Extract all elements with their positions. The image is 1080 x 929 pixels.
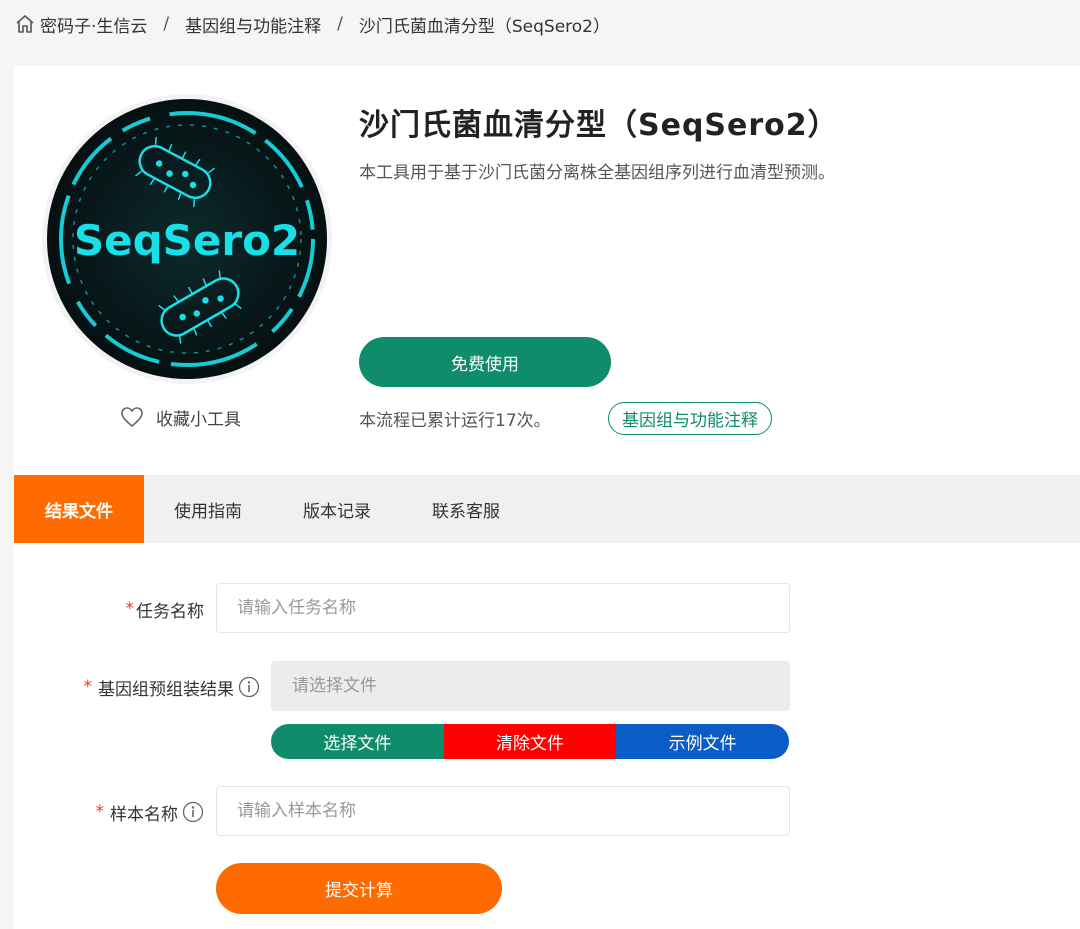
- breadcrumb-current: 沙门氏菌血清分型（SeqSero2）: [358, 16, 610, 37]
- sample-name-label: * 样本名称: [14, 787, 204, 837]
- tab-versions[interactable]: 版本记录: [272, 475, 402, 543]
- tool-card: SeqSero2 收藏小工具 沙门氏菌血清分型（SeqSero2） 本工具用于基…: [14, 66, 1080, 929]
- assembly-file-input[interactable]: [271, 661, 790, 711]
- required-mark: *: [83, 677, 93, 697]
- task-name-label: * 任务名称: [14, 584, 205, 634]
- page-title: 沙门氏菌血清分型（SeqSero2）: [359, 108, 839, 143]
- breadcrumb-home[interactable]: 密码子·生信云: [40, 12, 147, 37]
- tab-results[interactable]: 结果文件: [14, 475, 144, 543]
- heart-icon: [120, 406, 144, 428]
- required-mark: *: [125, 599, 135, 619]
- assembly-label-text: 基因组预组装结果: [98, 679, 234, 700]
- tool-logo: SeqSero2: [42, 94, 332, 384]
- favorite-label: 收藏小工具: [156, 409, 241, 430]
- task-name-input[interactable]: [216, 583, 790, 633]
- breadcrumb-separator: /: [337, 14, 343, 34]
- task-name-label-text: 任务名称: [136, 601, 204, 622]
- run-count-text: 本流程已累计运行17次。: [359, 411, 551, 431]
- clear-file-button[interactable]: 清除文件: [443, 724, 617, 759]
- file-button-group: 选择文件 清除文件 示例文件: [271, 724, 789, 759]
- breadcrumb: 密码子·生信云 / 基因组与功能注释 / 沙门氏菌血清分型（SeqSero2）: [14, 10, 610, 38]
- submit-button[interactable]: 提交计算: [216, 863, 502, 914]
- info-icon[interactable]: [182, 801, 204, 823]
- favorite-button[interactable]: 收藏小工具: [120, 402, 241, 432]
- breadcrumb-category[interactable]: 基因组与功能注释: [185, 12, 321, 37]
- info-icon[interactable]: [238, 676, 260, 698]
- sample-name-label-text: 样本名称: [110, 804, 178, 825]
- required-mark: *: [95, 802, 105, 822]
- tab-guide[interactable]: 使用指南: [144, 475, 272, 543]
- tab-support[interactable]: 联系客服: [402, 475, 530, 543]
- assembly-label: * 基因组预组装结果: [14, 662, 260, 712]
- tab-bar: 结果文件 使用指南 版本记录 联系客服: [14, 475, 1080, 543]
- tool-description: 本工具用于基于沙门氏菌分离株全基因组序列进行血清型预测。: [359, 163, 835, 183]
- breadcrumb-separator: /: [163, 14, 170, 34]
- svg-text:SeqSero2: SeqSero2: [74, 216, 300, 265]
- seqsero2-logo-image: SeqSero2: [47, 99, 327, 379]
- select-file-button[interactable]: 选择文件: [271, 724, 444, 759]
- category-tag[interactable]: 基因组与功能注释: [608, 402, 772, 435]
- sample-name-input[interactable]: [216, 786, 790, 836]
- free-use-button[interactable]: 免费使用: [359, 337, 611, 387]
- example-file-button[interactable]: 示例文件: [616, 724, 789, 759]
- home-icon[interactable]: [14, 13, 36, 35]
